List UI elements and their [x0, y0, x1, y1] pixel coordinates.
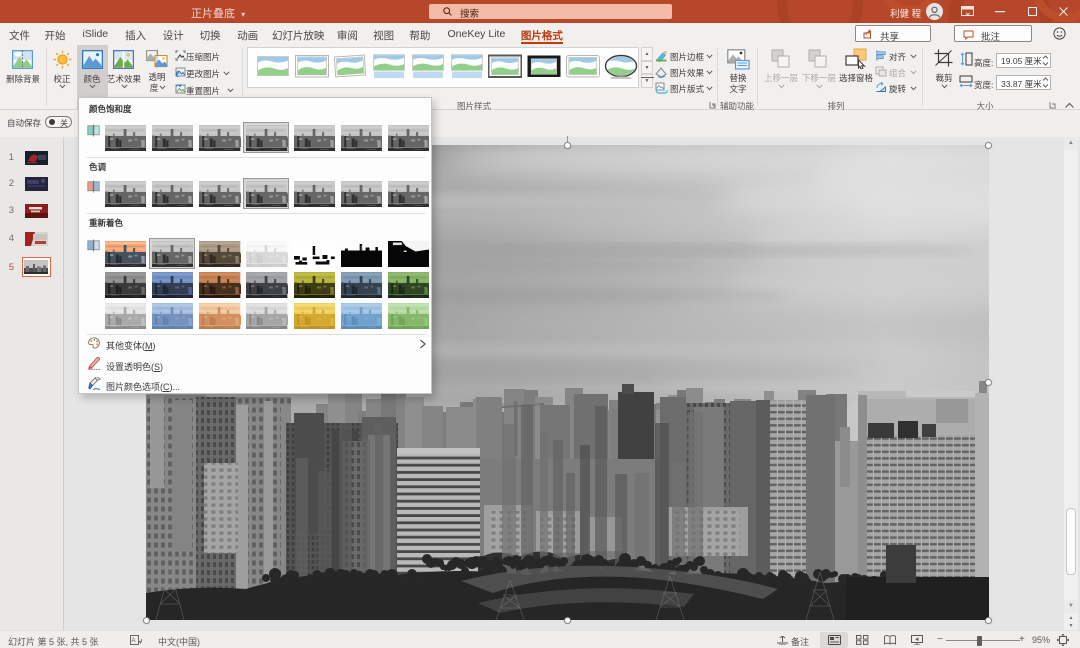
svg-text:A: A	[132, 638, 136, 644]
